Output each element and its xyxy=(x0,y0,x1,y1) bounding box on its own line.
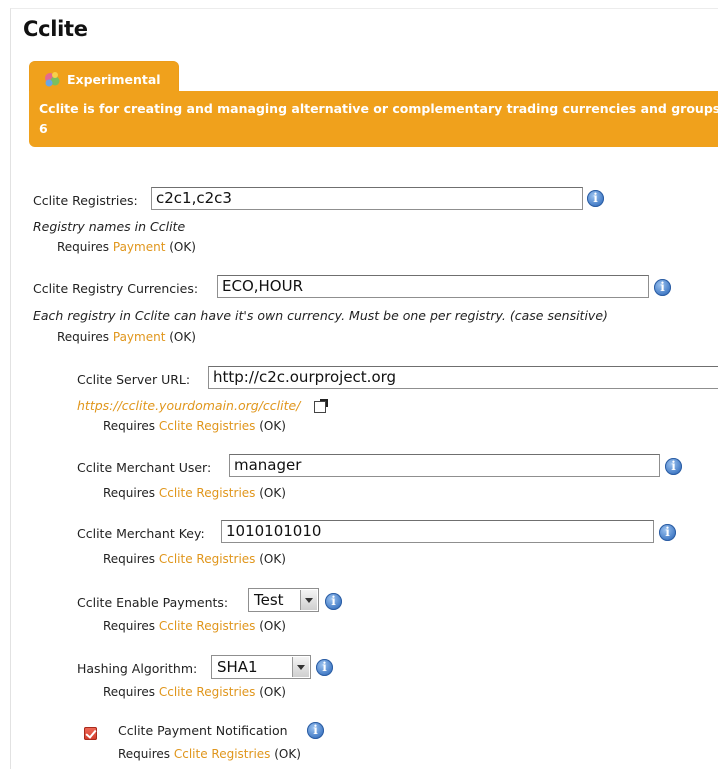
requires-status: (OK) xyxy=(169,240,196,254)
experimental-icon xyxy=(45,72,60,87)
payment-notification-requirement: Requires Cclite Registries (OK) xyxy=(118,747,301,761)
payment-notification-checkbox[interactable] xyxy=(84,727,97,740)
preferences-panel: Cclite Experimental Cclite is for creati… xyxy=(10,8,718,769)
requires-status: (OK) xyxy=(274,747,301,761)
merchant-user-input[interactable]: manager xyxy=(229,454,660,477)
enable-payments-requirement: Requires Cclite Registries (OK) xyxy=(103,619,286,633)
info-icon[interactable] xyxy=(587,190,604,207)
requires-prefix: Requires xyxy=(118,747,171,761)
experimental-tab-label: Experimental xyxy=(67,72,161,87)
merchant-user-requirement: Requires Cclite Registries (OK) xyxy=(103,486,286,500)
registries-hint: Registry names in Cclite xyxy=(33,219,186,234)
requires-prefix: Requires xyxy=(103,419,156,433)
experimental-message: Cclite is for creating and managing alte… xyxy=(39,99,718,139)
merchant-key-label: Cclite Merchant Key: xyxy=(77,526,205,541)
page-title: Cclite xyxy=(23,17,88,41)
registries-label: Cclite Registries: xyxy=(33,193,138,208)
currencies-hint: Each registry in Cclite can have it's ow… xyxy=(33,308,608,323)
server-url-requirement: Requires Cclite Registries (OK) xyxy=(103,419,286,433)
registries-input[interactable]: c2c1,c2c3 xyxy=(151,187,583,210)
merchant-key-requirement: Requires Cclite Registries (OK) xyxy=(103,552,286,566)
requires-registries-link[interactable]: Cclite Registries xyxy=(159,419,256,433)
requires-payment-link[interactable]: Payment xyxy=(113,330,166,344)
enable-payments-selected: Test xyxy=(254,591,284,609)
info-icon[interactable] xyxy=(307,722,324,739)
hashing-selected: SHA1 xyxy=(217,658,258,676)
requires-payment-link[interactable]: Payment xyxy=(113,240,166,254)
info-icon[interactable] xyxy=(659,524,676,541)
experimental-message-line2: 6 xyxy=(39,121,48,136)
requires-prefix: Requires xyxy=(103,685,156,699)
server-url-example-link[interactable]: https://cclite.yourdomain.org/cclite/ xyxy=(77,398,300,413)
info-icon[interactable] xyxy=(325,593,342,610)
requires-registries-link[interactable]: Cclite Registries xyxy=(159,486,256,500)
registries-requirement: Requires Payment (OK) xyxy=(57,240,196,254)
currencies-input[interactable]: ECO,HOUR xyxy=(217,275,649,298)
info-icon[interactable] xyxy=(665,458,682,475)
requires-status: (OK) xyxy=(259,419,286,433)
server-url-input[interactable]: http://c2c.ourproject.org xyxy=(208,366,718,389)
requires-status: (OK) xyxy=(169,330,196,344)
info-icon[interactable] xyxy=(316,659,333,676)
chevron-down-icon[interactable] xyxy=(300,590,317,610)
payment-notification-label: Cclite Payment Notification xyxy=(118,723,288,738)
experimental-message-line1: Cclite is for creating and managing alte… xyxy=(39,101,718,116)
external-link-icon[interactable] xyxy=(314,399,328,413)
merchant-user-label: Cclite Merchant User: xyxy=(77,460,212,475)
requires-registries-link[interactable]: Cclite Registries xyxy=(174,747,271,761)
info-icon[interactable] xyxy=(654,279,671,296)
requires-prefix: Requires xyxy=(103,619,156,633)
requires-registries-link[interactable]: Cclite Registries xyxy=(159,552,256,566)
requires-status: (OK) xyxy=(259,685,286,699)
requires-status: (OK) xyxy=(259,552,286,566)
currencies-label: Cclite Registry Currencies: xyxy=(33,281,199,296)
requires-prefix: Requires xyxy=(103,552,156,566)
currencies-requirement: Requires Payment (OK) xyxy=(57,330,196,344)
enable-payments-select[interactable]: Test xyxy=(248,588,319,612)
requires-prefix: Requires xyxy=(103,486,156,500)
hashing-label: Hashing Algorithm: xyxy=(77,661,198,676)
hashing-requirement: Requires Cclite Registries (OK) xyxy=(103,685,286,699)
enable-payments-label: Cclite Enable Payments: xyxy=(77,595,229,610)
server-url-label: Cclite Server URL: xyxy=(77,372,191,387)
requires-prefix: Requires xyxy=(57,330,110,344)
requires-status: (OK) xyxy=(259,486,286,500)
requires-status: (OK) xyxy=(259,619,286,633)
merchant-key-input[interactable]: 1010101010 xyxy=(221,520,654,543)
hashing-select[interactable]: SHA1 xyxy=(211,655,311,679)
requires-registries-link[interactable]: Cclite Registries xyxy=(159,619,256,633)
requires-registries-link[interactable]: Cclite Registries xyxy=(159,685,256,699)
requires-prefix: Requires xyxy=(57,240,110,254)
chevron-down-icon[interactable] xyxy=(292,657,309,677)
